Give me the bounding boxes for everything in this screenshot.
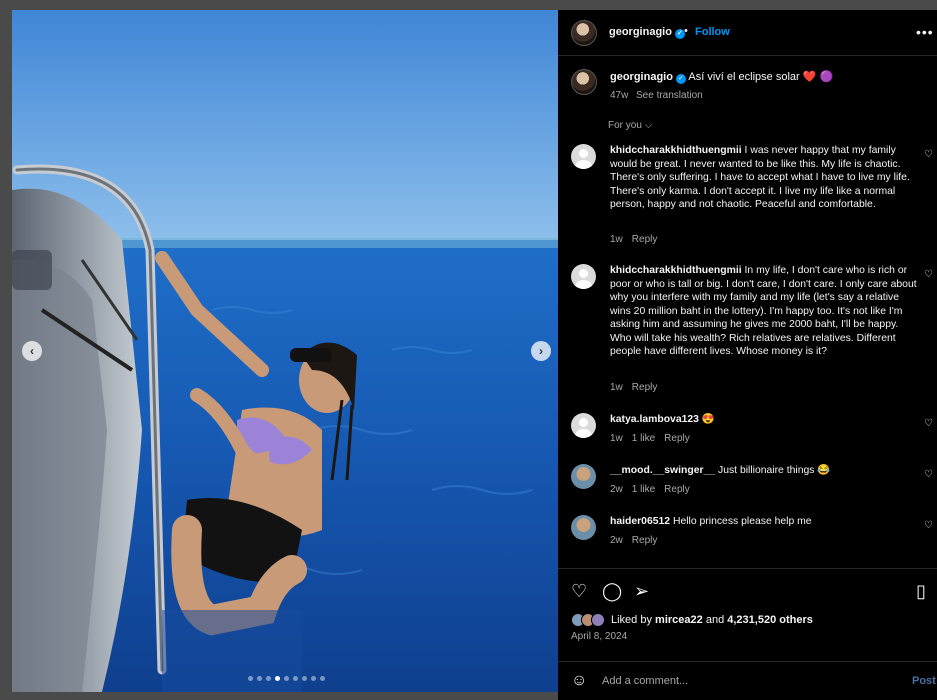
comment-body: katya.lambova123 😍 — [610, 413, 922, 427]
comment-like-icon[interactable]: ♡ — [924, 149, 933, 160]
comment-likes[interactable]: 1 like — [632, 484, 655, 495]
carousel-dot — [284, 676, 289, 681]
comment-age: 2w — [610, 484, 623, 495]
commenter-username[interactable]: __mood.__swinger__ — [610, 465, 715, 476]
heart-icon[interactable]: ♡ — [571, 581, 587, 602]
post-comment-button[interactable]: Post — [912, 675, 936, 687]
commenter-avatar[interactable] — [571, 515, 596, 540]
reply-button[interactable]: Reply — [664, 433, 690, 444]
comment-body: __mood.__swinger__ Just billionaire thin… — [610, 464, 922, 478]
carousel-dot — [275, 676, 280, 681]
comment-like-icon[interactable]: ♡ — [924, 520, 933, 531]
author-avatar[interactable] — [571, 20, 597, 46]
carousel-dot — [266, 676, 271, 681]
comment-likes[interactable]: 1 like — [632, 433, 655, 444]
carousel-indicator — [248, 676, 325, 681]
commenter-username[interactable]: haider06512 — [610, 516, 670, 527]
add-comment-row: ☺ Add a comment... Post — [558, 661, 937, 700]
commenter-avatar[interactable] — [571, 413, 596, 438]
comment-meta: 2w Reply — [610, 535, 666, 546]
comment-meta: 2w 1 like Reply — [610, 484, 699, 495]
emoji-icon[interactable]: ☺ — [571, 672, 587, 690]
author-username[interactable]: georginagio ✓ — [609, 26, 685, 39]
share-icon[interactable]: ➢ — [634, 581, 649, 602]
post-actions: ♡ ◯ ➢ ▯ Liked by mircea22 and 4,231,520 … — [558, 568, 937, 700]
comment-age: 1w — [610, 234, 623, 245]
reply-button[interactable]: Reply — [664, 484, 690, 495]
carousel-next-button[interactable]: › — [531, 341, 551, 361]
commenter-avatar[interactable] — [571, 464, 596, 489]
caption-text: Así viví el eclipse solar ❤️ 🟣 — [688, 71, 834, 83]
likes-text[interactable]: Liked by mircea22 and 4,231,520 others — [611, 614, 813, 626]
caption-username[interactable]: georginagio — [610, 71, 673, 83]
liker-avatar — [591, 613, 605, 627]
more-options-icon[interactable]: ••• — [916, 24, 934, 40]
reply-button[interactable]: Reply — [632, 535, 658, 546]
carousel-dot — [311, 676, 316, 681]
comment-body: haider06512 Hello princess please help m… — [610, 515, 922, 529]
caption: georginagio ✓ Así viví el eclipse solar ❤… — [610, 70, 910, 84]
carousel-dot — [257, 676, 262, 681]
comment-text: 😍 — [701, 414, 715, 425]
reply-button[interactable]: Reply — [632, 234, 658, 245]
likes-summary: Liked by mircea22 and 4,231,520 others — [571, 613, 813, 627]
verified-badge-icon: ✓ — [675, 74, 686, 84]
comment-sort-dropdown[interactable]: For you ⌵ — [608, 120, 652, 131]
post-header: georginagio ✓ • Follow ••• — [558, 10, 937, 56]
header-separator: • — [684, 25, 688, 37]
carousel-dot — [248, 676, 253, 681]
reply-button[interactable]: Reply — [632, 382, 658, 393]
carousel-dot — [302, 676, 307, 681]
commenter-username[interactable]: khidccharakkhidthuengmii — [610, 265, 742, 276]
commenter-avatar[interactable] — [571, 264, 596, 289]
commenter-avatar[interactable] — [571, 144, 596, 169]
carousel-dot — [293, 676, 298, 681]
carousel-prev-button[interactable]: ‹ — [22, 341, 42, 361]
bookmark-icon[interactable]: ▯ — [916, 581, 926, 602]
chevron-right-icon: › — [539, 344, 543, 358]
comment-body: khidccharakkhidthuengmii In my life, I d… — [610, 264, 922, 359]
comment-meta: 1w Reply — [610, 234, 666, 245]
comment-age: 1w — [610, 433, 623, 444]
photo-scene — [12, 10, 558, 692]
comment-text: In my life, I don't care who is rich or … — [610, 265, 917, 357]
comment-body: khidccharakkhidthuengmii I was never hap… — [610, 144, 922, 212]
comment-age: 2w — [610, 535, 623, 546]
comment-text: Hello princess please help me — [672, 516, 812, 527]
commenter-username[interactable]: khidccharakkhidthuengmii — [610, 145, 742, 156]
comment-text: Just billionaire things 😂 — [718, 465, 831, 476]
follow-button[interactable]: Follow — [695, 26, 730, 38]
comment-meta: 1w 1 like Reply — [610, 433, 699, 444]
carousel-dot — [320, 676, 325, 681]
chevron-left-icon: ‹ — [30, 344, 34, 358]
commenter-username[interactable]: katya.lambova123 — [610, 414, 699, 425]
comment-like-icon[interactable]: ♡ — [924, 469, 933, 480]
caption-avatar[interactable] — [571, 69, 597, 95]
comment-age: 1w — [610, 382, 623, 393]
post-photo[interactable]: ‹ › — [12, 10, 558, 692]
caption-age: 47w — [610, 90, 629, 101]
comment-like-icon[interactable]: ♡ — [924, 269, 933, 280]
post-panel: georginagio ✓ • Follow ••• georginagio ✓ A… — [558, 10, 937, 700]
add-comment-input[interactable]: Add a comment... — [602, 675, 688, 687]
post-date: April 8, 2024 — [571, 631, 628, 642]
see-translation-link[interactable]: See translation — [636, 90, 703, 101]
comment-meta: 1w Reply — [610, 382, 666, 393]
comment-icon[interactable]: ◯ — [602, 581, 622, 602]
comment-like-icon[interactable]: ♡ — [924, 418, 933, 429]
